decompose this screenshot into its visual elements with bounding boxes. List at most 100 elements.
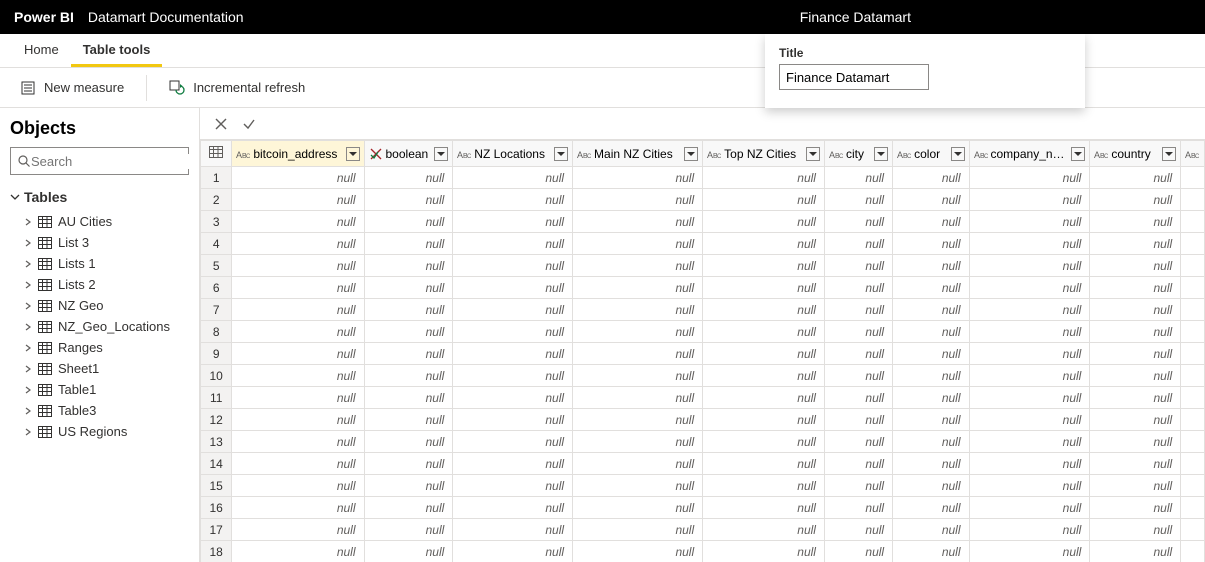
cell[interactable]: null (364, 497, 453, 519)
cell[interactable]: null (893, 475, 969, 497)
cell[interactable]: null (1090, 211, 1181, 233)
cell[interactable]: null (824, 453, 892, 475)
table-row[interactable]: 10nullnullnullnullnullnullnullnullnull (201, 365, 1205, 387)
sidebar-item-us-regions[interactable]: US Regions (10, 421, 189, 442)
cell[interactable]: null (573, 233, 703, 255)
cell[interactable]: null (824, 387, 892, 409)
cell[interactable]: null (893, 299, 969, 321)
cell[interactable]: null (824, 167, 892, 189)
column-header-country[interactable]: ABCcountry (1090, 141, 1181, 167)
cell[interactable]: null (703, 387, 825, 409)
sidebar-item-sheet1[interactable]: Sheet1 (10, 358, 189, 379)
rownum-column-header[interactable] (201, 141, 232, 167)
cell[interactable]: null (453, 475, 573, 497)
cell[interactable]: null (703, 343, 825, 365)
cell[interactable]: null (703, 299, 825, 321)
cell[interactable]: null (453, 299, 573, 321)
cell[interactable]: null (893, 233, 969, 255)
column-header-main-nz-cities[interactable]: ABCMain NZ Cities (573, 141, 703, 167)
cell[interactable]: null (1090, 387, 1181, 409)
cell[interactable]: null (1090, 343, 1181, 365)
cell[interactable]: null (824, 541, 892, 562)
cell[interactable]: null (573, 475, 703, 497)
cell[interactable]: null (573, 365, 703, 387)
cell[interactable]: null (893, 519, 969, 541)
cell[interactable]: null (969, 431, 1090, 453)
table-row[interactable]: 1nullnullnullnullnullnullnullnullnull (201, 167, 1205, 189)
cell[interactable] (1181, 189, 1205, 211)
cell[interactable]: null (364, 519, 453, 541)
cell[interactable]: null (824, 343, 892, 365)
table-row[interactable]: 12nullnullnullnullnullnullnullnullnull (201, 409, 1205, 431)
cell[interactable]: null (573, 211, 703, 233)
cell[interactable]: null (824, 299, 892, 321)
cell[interactable] (1181, 277, 1205, 299)
cell[interactable]: null (1090, 277, 1181, 299)
cell[interactable]: null (703, 233, 825, 255)
cell[interactable]: null (453, 409, 573, 431)
cell[interactable]: null (573, 189, 703, 211)
cell[interactable]: null (893, 453, 969, 475)
cell[interactable]: null (1090, 409, 1181, 431)
cell[interactable]: null (893, 277, 969, 299)
cell[interactable]: null (453, 167, 573, 189)
cell[interactable]: null (573, 321, 703, 343)
tab-home[interactable]: Home (12, 35, 71, 67)
cell[interactable]: null (893, 431, 969, 453)
sidebar-item-list-3[interactable]: List 3 (10, 232, 189, 253)
table-row[interactable]: 14nullnullnullnullnullnullnullnullnull (201, 453, 1205, 475)
cell[interactable]: null (969, 409, 1090, 431)
cell[interactable]: null (573, 343, 703, 365)
cell[interactable]: null (703, 541, 825, 562)
cell[interactable]: null (1090, 255, 1181, 277)
column-filter-button[interactable] (554, 147, 568, 161)
cell[interactable] (1181, 233, 1205, 255)
cell[interactable]: null (1090, 167, 1181, 189)
cell[interactable]: null (969, 321, 1090, 343)
cell[interactable]: null (1090, 453, 1181, 475)
cell[interactable]: null (364, 409, 453, 431)
cell[interactable]: null (703, 453, 825, 475)
confirm-button[interactable] (238, 113, 260, 135)
cell[interactable]: null (1090, 189, 1181, 211)
cell[interactable]: null (969, 497, 1090, 519)
cell[interactable]: null (703, 519, 825, 541)
cell[interactable]: null (824, 211, 892, 233)
cell[interactable] (1181, 431, 1205, 453)
cell[interactable]: null (453, 189, 573, 211)
cell[interactable]: null (573, 387, 703, 409)
cell[interactable]: null (824, 189, 892, 211)
cell[interactable]: null (703, 497, 825, 519)
cell[interactable] (1181, 321, 1205, 343)
cell[interactable] (1181, 211, 1205, 233)
cell[interactable] (1181, 167, 1205, 189)
table-row[interactable]: 9nullnullnullnullnullnullnullnullnull (201, 343, 1205, 365)
cell[interactable]: null (364, 343, 453, 365)
cell[interactable]: null (364, 277, 453, 299)
cell[interactable]: null (969, 255, 1090, 277)
table-row[interactable]: 2nullnullnullnullnullnullnullnullnull (201, 189, 1205, 211)
cell[interactable]: null (364, 233, 453, 255)
cell[interactable]: null (969, 299, 1090, 321)
column-filter-button[interactable] (684, 147, 698, 161)
column-header-company-n-[interactable]: ABCcompany_n… (969, 141, 1090, 167)
cell[interactable]: null (364, 387, 453, 409)
table-row[interactable]: 4nullnullnullnullnullnullnullnullnull (201, 233, 1205, 255)
cell[interactable]: null (453, 453, 573, 475)
cell[interactable]: null (893, 321, 969, 343)
cell[interactable]: null (232, 431, 364, 453)
table-row[interactable]: 5nullnullnullnullnullnullnullnullnull (201, 255, 1205, 277)
cell[interactable]: null (824, 519, 892, 541)
column-header-boolean[interactable]: boolean (364, 141, 453, 167)
column-filter-button[interactable] (346, 147, 360, 161)
tables-section-toggle[interactable]: Tables (10, 189, 189, 205)
cell[interactable]: null (1090, 431, 1181, 453)
column-header-more[interactable]: ABC (1181, 141, 1205, 167)
column-filter-button[interactable] (806, 147, 820, 161)
cell[interactable]: null (232, 453, 364, 475)
table-row[interactable]: 18nullnullnullnullnullnullnullnullnull (201, 541, 1205, 562)
cell[interactable] (1181, 519, 1205, 541)
column-filter-button[interactable] (874, 147, 888, 161)
cell[interactable]: null (969, 277, 1090, 299)
cell[interactable]: null (232, 343, 364, 365)
